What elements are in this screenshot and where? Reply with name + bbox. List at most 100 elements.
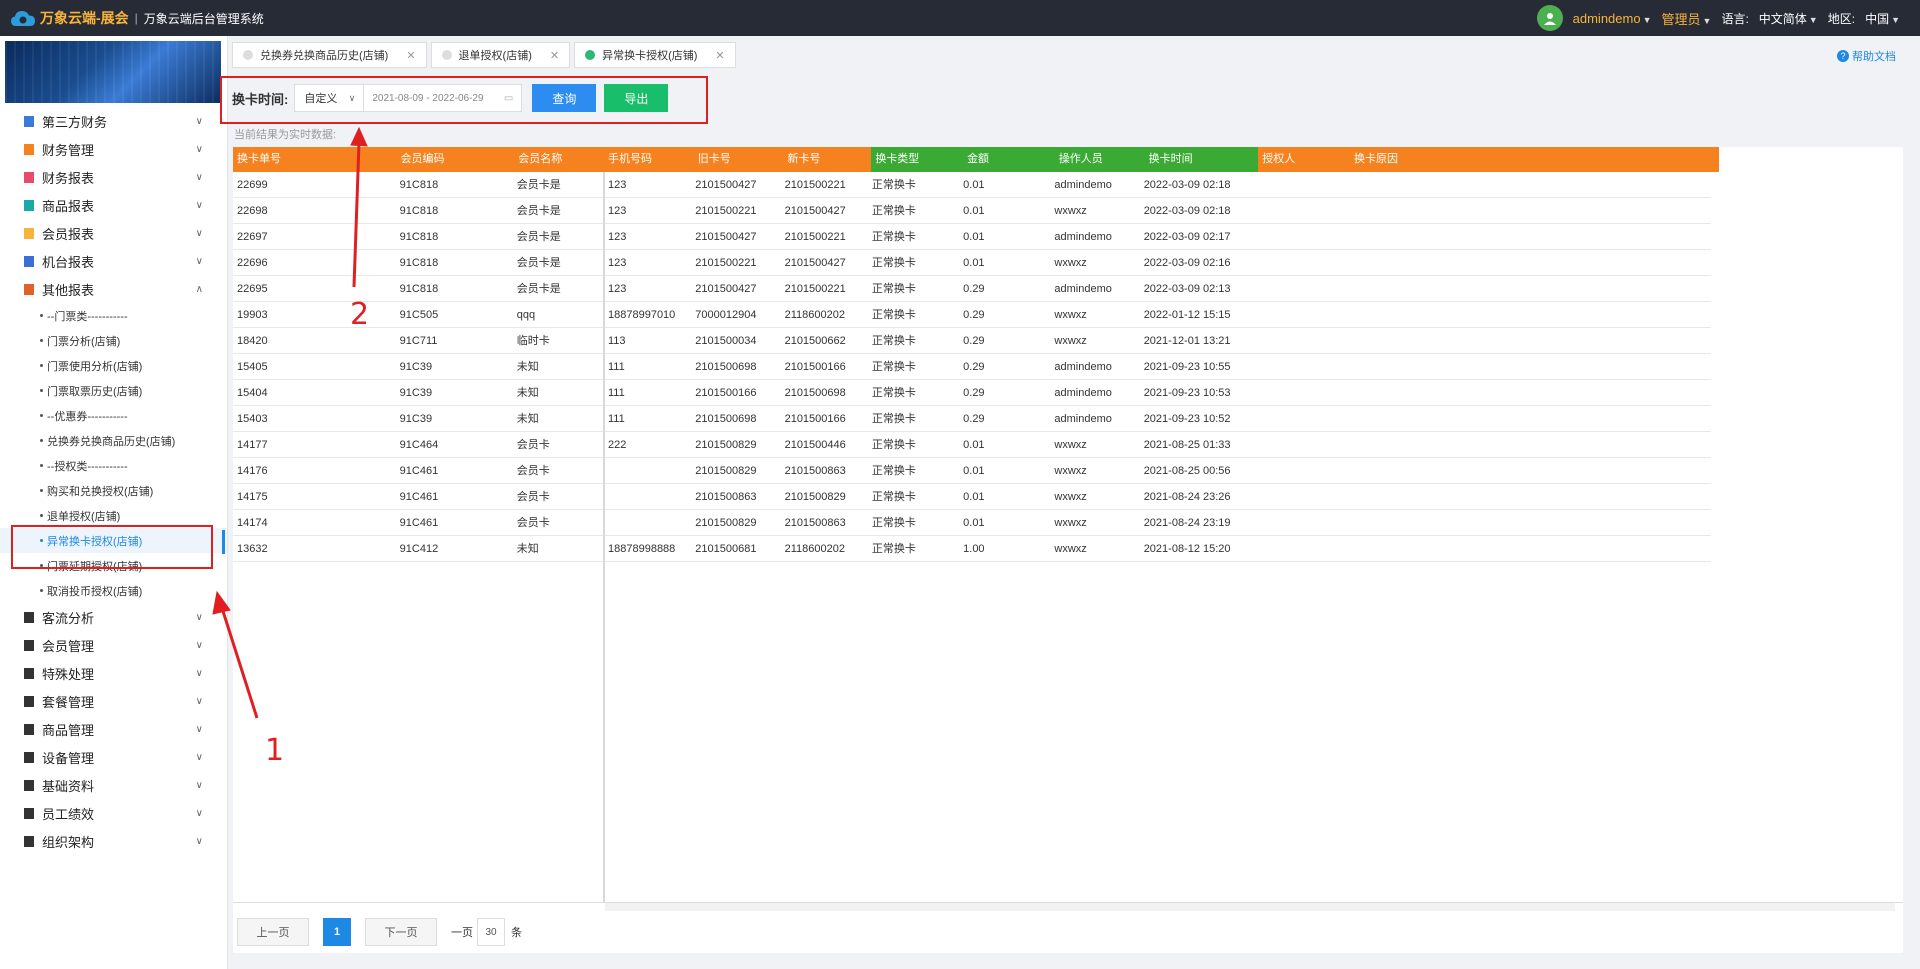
column-header[interactable]: 会员编码 (396, 147, 515, 172)
column-header[interactable]: 授权人 (1258, 147, 1351, 172)
table-row[interactable]: 18420 91C711 临时卡 113 2101500034 2101500662 正常换… (233, 328, 1711, 354)
chevron-down-icon: ∨ (195, 255, 203, 267)
table-row[interactable]: 14177 91C464 会员卡 222 2101500829 2101500446 正常换… (233, 432, 1711, 458)
menu-top-6[interactable]: 其他报表 ∧ (0, 275, 227, 303)
role-menu[interactable]: 管理员 ▼ (1662, 9, 1712, 28)
table-cell: 会员卡是 (516, 283, 561, 295)
table-row[interactable]: 14175 91C461 会员卡 2101500863 2101500829 正常换卡 0.… (233, 484, 1711, 510)
chevron-down-icon: ∨ (195, 695, 203, 707)
language-select[interactable]: 中文简体 ▼ (1759, 10, 1818, 27)
system-name: 万象云端后台管理系统 (143, 11, 264, 26)
table-row[interactable]: 15405 91C39 未知 111 2101500698 2101500166 正常换卡 0… (233, 354, 1711, 380)
table-row[interactable]: 22697 91C818 会员卡是 123 2101500427 2101500221 正常… (233, 224, 1711, 250)
menu-bottom-1[interactable]: 会员管理 ∨ (0, 631, 227, 659)
sidebar-sub-item[interactable]: --授权类----------- (0, 453, 227, 478)
sidebar-sub-item[interactable]: 兑换券兑换商品历史(店铺) (0, 428, 227, 453)
table-row[interactable]: 22696 91C818 会员卡是 123 2101500221 2101500427 正常… (233, 250, 1711, 276)
horizontal-scrollbar[interactable] (605, 903, 1895, 911)
bullet-icon (40, 364, 43, 367)
sidebar-sub-item[interactable]: 门票分析(店铺) (0, 328, 227, 353)
tab-status-dot (243, 50, 253, 60)
menu-bottom-7[interactable]: 员工绩效 ∨ (0, 799, 227, 827)
menu-item-label: 设备管理 (42, 750, 95, 766)
close-icon[interactable]: ✕ (406, 49, 415, 62)
menu-top-4[interactable]: 会员报表 ∨ (0, 219, 227, 247)
table-header: 换卡单号 会员编码 会员名称 手机号码 旧卡号 新卡号 换卡类型 金额 操作人员 换卡时间 授权人换… (233, 147, 1719, 172)
column-header[interactable]: 金额 (963, 147, 1055, 172)
prev-page-button[interactable]: 上一页 (237, 918, 309, 946)
close-icon[interactable]: ✕ (550, 49, 559, 62)
chevron-down-icon: ∨ (195, 143, 203, 155)
column-header[interactable]: 会员名称 (514, 147, 605, 172)
table-cell: 2101500829 (695, 439, 757, 451)
menu-top-2[interactable]: 财务报表 ∨ (0, 163, 227, 191)
table-cell: 正常换卡 (871, 543, 916, 555)
column-header[interactable]: 换卡时间 (1144, 147, 1259, 172)
menu-top-0[interactable]: 第三方财务 ∨ (0, 107, 227, 135)
table-cell: 111 (608, 413, 625, 425)
menu-bottom-4[interactable]: 商品管理 ∨ (0, 715, 227, 743)
chevron-down-icon: ∨ (195, 115, 203, 127)
table-row[interactable]: 13632 91C412 未知 18878998888 2101500681 211860… (233, 536, 1711, 562)
current-page-button[interactable]: 1 (323, 918, 351, 946)
menu-top-1[interactable]: 财务管理 ∨ (0, 135, 227, 163)
tab-1[interactable]: 退单授权(店铺) ✕ (430, 42, 571, 68)
next-page-button[interactable]: 下一页 (365, 918, 437, 946)
table-cell (1253, 406, 1344, 432)
table-cell: 2118600202 (784, 543, 845, 555)
column-header[interactable]: 换卡类型 (871, 147, 964, 172)
menu-bottom-6[interactable]: 基础资料 ∨ (0, 771, 227, 799)
table-cell: 2101500427 (695, 283, 757, 295)
layers-icon (24, 283, 34, 295)
table-row[interactable]: 22695 91C818 会员卡是 123 2101500427 2101500221 正常… (233, 276, 1711, 302)
table-cell: 0.01 (963, 257, 985, 269)
menu-bottom-2[interactable]: 特殊处理 ∨ (0, 659, 227, 687)
tab-2[interactable]: 异常换卡授权(店铺) ✕ (574, 42, 736, 68)
column-header[interactable]: 换卡单号 (233, 147, 397, 172)
column-header[interactable]: 新卡号 (783, 147, 872, 172)
sidebar-sub-item[interactable]: 取消投币授权(店铺) (0, 578, 227, 603)
table-cell (1344, 276, 1711, 302)
table-row[interactable]: 22698 91C818 会员卡是 123 2101500221 2101500427 正常… (233, 198, 1711, 224)
table-row[interactable]: 22699 91C818 会员卡是 123 2101500427 2101500221 正常… (233, 172, 1711, 198)
user-avatar-icon[interactable] (1536, 5, 1563, 31)
table-cell: 2101500863 (784, 465, 846, 477)
table-row[interactable]: 15403 91C39 未知 111 2101500698 2101500166 正常换卡 0… (233, 406, 1711, 432)
tab-0[interactable]: 兑换券兑换商品历史(店铺) ✕ (232, 42, 427, 68)
sidebar-sub-item[interactable]: 购买和兑换授权(店铺) (0, 478, 227, 503)
chart-icon (24, 171, 34, 183)
column-header[interactable]: 旧卡号 (693, 147, 784, 172)
table-row[interactable]: 15404 91C39 未知 111 2101500166 2101500698 正常换卡 0… (233, 380, 1711, 406)
sidebar-banner-image (5, 41, 221, 103)
column-header[interactable]: 手机号码 (604, 147, 694, 172)
column-header[interactable]: 操作人员 (1054, 147, 1145, 172)
sidebar-sub-item[interactable]: --门票类----------- (0, 303, 227, 328)
help-docs-link[interactable]: ? 帮助文档 (1837, 48, 1896, 64)
table-row[interactable]: 14176 91C461 会员卡 2101500829 2101500863 正常换卡 0.… (233, 458, 1711, 484)
menu-bottom-3[interactable]: 套餐管理 ∨ (0, 687, 227, 715)
sub-item-label: 退单授权(店铺) (47, 510, 121, 523)
table-row[interactable]: 14174 91C461 会员卡 2101500829 2101500863 正常换卡 0.… (233, 510, 1711, 536)
sidebar-sub-item[interactable]: --优惠券----------- (0, 403, 227, 428)
menu-top-3[interactable]: 商品报表 ∨ (0, 191, 227, 219)
page-size-input[interactable]: 30 (477, 918, 505, 946)
menu-item-label: 其他报表 (42, 282, 95, 298)
sidebar-sub-item[interactable]: 门票取票历史(店铺) (0, 378, 227, 403)
column-header[interactable]: 换卡原因 (1350, 147, 1719, 172)
menu-bottom-5[interactable]: 设备管理 ∨ (0, 743, 227, 771)
menu-top-5[interactable]: 机台报表 ∨ (0, 247, 227, 275)
menu-bottom-0[interactable]: 客流分析 ∨ (0, 603, 227, 631)
table-row[interactable]: 19903 91C505 qqq 18878997010 7000012904 21186… (233, 302, 1711, 328)
annotation-box-menu (11, 525, 213, 569)
chevron-down-icon: ∨ (195, 807, 203, 819)
table-cell: 2101500446 (784, 439, 846, 451)
user-menu[interactable]: admindemo ▼ (1573, 11, 1652, 26)
menu-bottom-8[interactable]: 组织架构 ∨ (0, 827, 227, 855)
table-cell (1253, 458, 1344, 484)
region-select[interactable]: 中国 ▼ (1865, 10, 1900, 27)
logo[interactable]: 万象云端-展会 | 万象云端后台管理系统 (10, 8, 264, 28)
close-icon[interactable]: ✕ (715, 49, 724, 62)
table-cell: 0.01 (963, 465, 985, 477)
sidebar-sub-item[interactable]: 门票使用分析(店铺) (0, 353, 227, 378)
table-cell (1253, 510, 1344, 536)
